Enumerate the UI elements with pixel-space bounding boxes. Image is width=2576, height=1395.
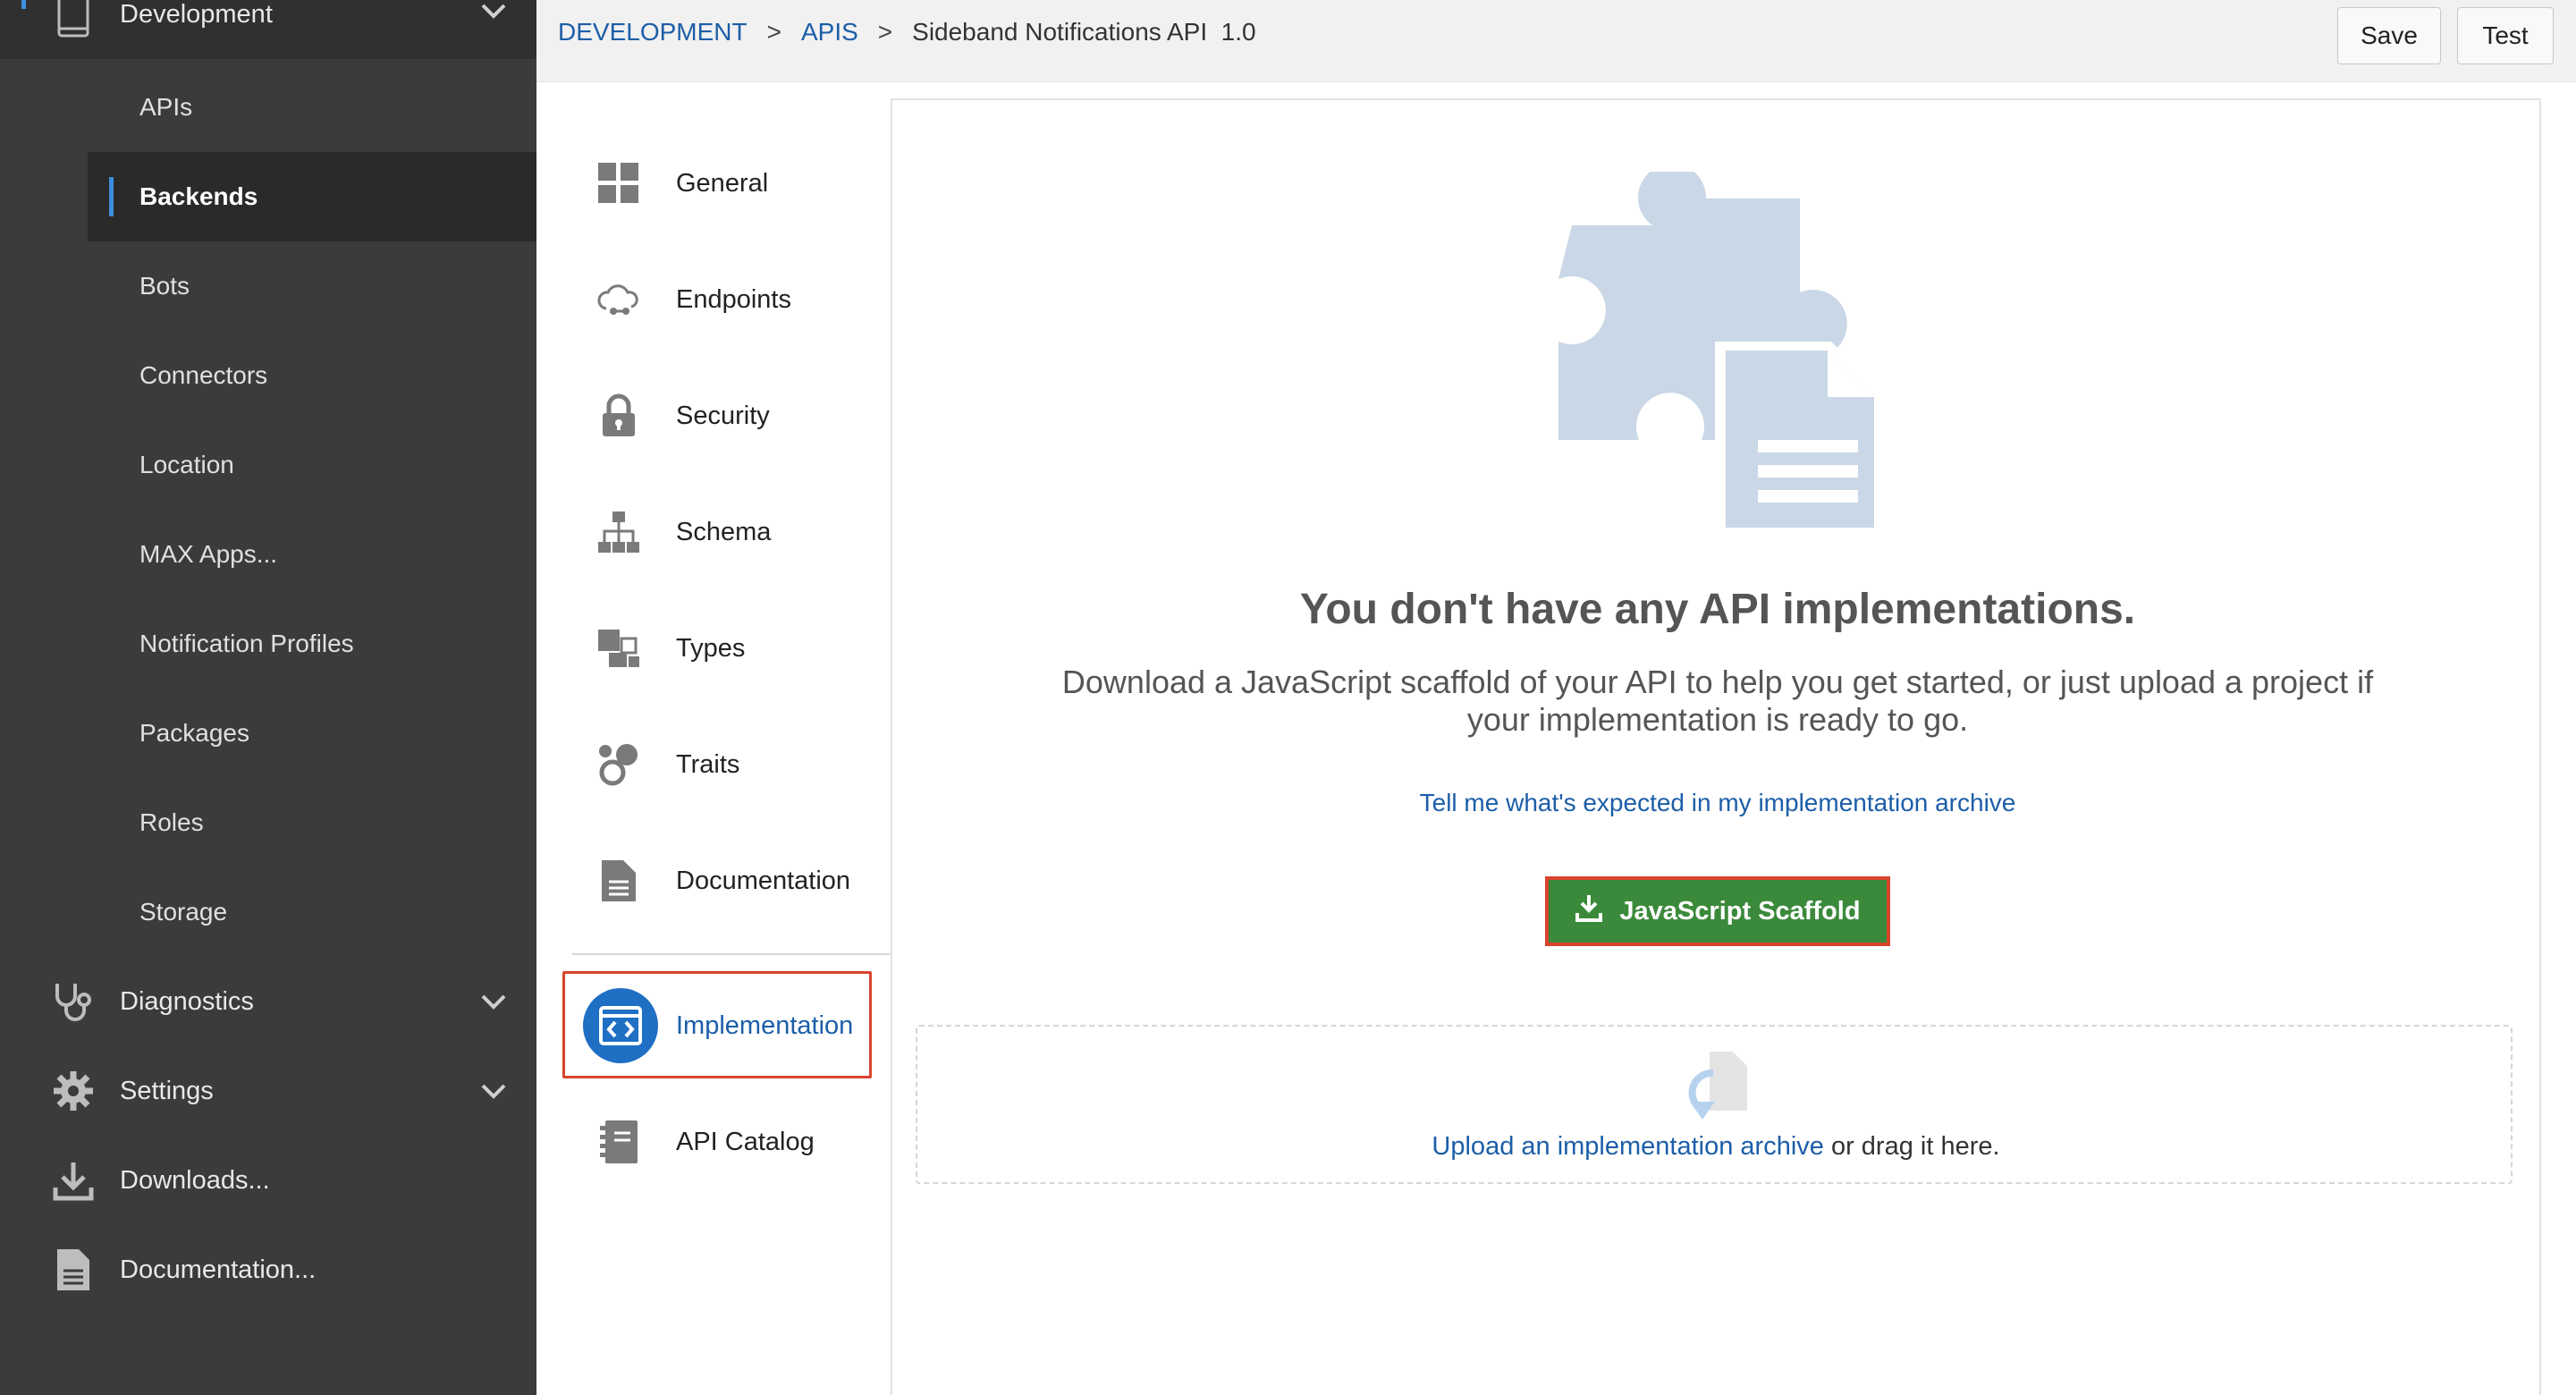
empty-state-description: Download a JavaScript scaffold of your A… xyxy=(1061,664,2374,738)
sidebar: Development APIs Backends Bots Connector… xyxy=(0,0,536,1395)
lock-icon xyxy=(594,391,644,441)
scaffold-button-label: JavaScript Scaffold xyxy=(1619,896,1861,926)
save-button[interactable]: Save xyxy=(2337,7,2441,64)
sidebar-section-label: Settings xyxy=(120,1076,214,1105)
nav-types[interactable]: Types xyxy=(572,599,891,698)
sidebar-item-max-apps[interactable]: MAX Apps... xyxy=(0,510,536,599)
sidebar-item-label: Packages xyxy=(139,719,249,747)
nav-label: Types xyxy=(676,633,746,663)
sidebar-item-roles[interactable]: Roles xyxy=(0,778,536,867)
puzzle-document-icon xyxy=(1536,164,1894,547)
breadcrumb-apis[interactable]: APIS xyxy=(801,18,858,46)
gear-icon xyxy=(48,1070,98,1112)
upload-suffix: or drag it here. xyxy=(1823,1132,2000,1161)
sidebar-section-label: Documentation... xyxy=(120,1255,317,1284)
archive-help-link[interactable]: Tell me what's expected in my implementa… xyxy=(892,789,2543,817)
nav-documentation[interactable]: Documentation xyxy=(572,832,891,930)
nav-label: Endpoints xyxy=(676,284,791,314)
code-icon xyxy=(583,988,658,1063)
breadcrumb-separator: > xyxy=(877,18,893,46)
chevron-down-icon[interactable] xyxy=(477,0,510,27)
sidebar-item-apis[interactable]: APIs xyxy=(0,63,536,152)
sidebar-item-label: Storage xyxy=(139,898,228,926)
nav-implementation[interactable]: Implementation xyxy=(572,976,891,1075)
test-button[interactable]: Test xyxy=(2457,7,2554,64)
sidebar-section-label: Downloads... xyxy=(120,1165,270,1195)
document-icon xyxy=(594,856,644,906)
sidebar-section-diagnostics[interactable]: Diagnostics xyxy=(0,957,536,1046)
nav-schema[interactable]: Schema xyxy=(572,483,891,581)
sidebar-item-notification-profiles[interactable]: Notification Profiles xyxy=(0,599,536,689)
breadcrumb-development[interactable]: DEVELOPMENT xyxy=(558,18,747,46)
chevron-down-icon[interactable] xyxy=(477,985,510,1018)
nav-general[interactable]: General xyxy=(572,134,891,232)
sidebar-section-development[interactable]: Development xyxy=(0,0,536,59)
sidebar-item-label: Bots xyxy=(139,272,190,300)
active-section-marker xyxy=(21,0,26,9)
javascript-scaffold-button[interactable]: JavaScript Scaffold xyxy=(1545,876,1890,946)
empty-state-heading: You don't have any API implementations. xyxy=(1299,586,2136,633)
download-icon xyxy=(48,1159,98,1202)
nav-label: General xyxy=(676,168,769,198)
document-icon xyxy=(48,1248,98,1291)
sidebar-section-settings[interactable]: Settings xyxy=(0,1046,536,1136)
nav-divider xyxy=(572,953,891,955)
sidebar-item-connectors[interactable]: Connectors xyxy=(0,331,536,420)
sidebar-section-label: Diagnostics xyxy=(120,986,254,1016)
nav-label: Documentation xyxy=(676,866,851,895)
blocks-icon xyxy=(594,623,644,673)
upload-dropzone[interactable]: Upload an implementation archive or drag… xyxy=(916,1025,2513,1184)
sidebar-item-label: MAX Apps... xyxy=(139,540,278,568)
sidebar-item-label: Connectors xyxy=(139,361,268,389)
sidebar-item-label: Location xyxy=(139,451,234,478)
sidebar-item-storage[interactable]: Storage xyxy=(0,867,536,957)
nav-label: Traits xyxy=(676,749,740,779)
nav-api-catalog[interactable]: API Catalog xyxy=(572,1093,891,1191)
circles-icon xyxy=(594,740,644,790)
breadcrumb-current: Sideband Notifications API 1.0 xyxy=(912,18,1256,46)
sidebar-section-documentation[interactable]: Documentation... xyxy=(0,1225,536,1315)
upload-archive-link[interactable]: Upload an implementation archive xyxy=(1432,1132,1823,1161)
chevron-down-icon[interactable] xyxy=(477,1075,510,1107)
sidebar-section-downloads[interactable]: Downloads... xyxy=(0,1136,536,1225)
grid-icon xyxy=(594,158,644,208)
top-bar: DEVELOPMENT > APIS > Sideband Notificati… xyxy=(536,0,2576,82)
download-icon xyxy=(1575,893,1603,929)
nav-security[interactable]: Security xyxy=(572,367,891,465)
nav-label: API Catalog xyxy=(676,1127,815,1156)
upload-file-icon xyxy=(1683,1050,1751,1125)
sidebar-item-label: APIs xyxy=(139,93,193,121)
sidebar-section-label: Development xyxy=(120,0,273,29)
nav-label: Security xyxy=(676,401,770,430)
nav-traits[interactable]: Traits xyxy=(572,715,891,814)
upload-instructions: Upload an implementation archive or drag… xyxy=(917,1132,2514,1162)
sidebar-item-bots[interactable]: Bots xyxy=(0,241,536,331)
nav-label: Schema xyxy=(676,517,772,546)
sidebar-item-packages[interactable]: Packages xyxy=(0,689,536,778)
catalog-icon xyxy=(594,1117,644,1167)
breadcrumb-separator: > xyxy=(766,18,781,46)
sidebar-item-label: Notification Profiles xyxy=(139,630,354,657)
nav-label: Implementation xyxy=(676,1010,854,1040)
nav-endpoints[interactable]: Endpoints xyxy=(572,250,891,349)
sidebar-item-label: Backends xyxy=(139,182,258,210)
mobile-device-icon xyxy=(48,0,98,38)
sidebar-item-backends[interactable]: Backends xyxy=(88,152,536,241)
hierarchy-icon xyxy=(594,507,644,557)
implementation-panel: You don't have any API implementations. … xyxy=(891,98,2541,1395)
sidebar-item-location[interactable]: Location xyxy=(0,420,536,510)
cloud-link-icon xyxy=(594,275,644,325)
stethoscope-icon xyxy=(48,980,98,1023)
sidebar-item-label: Roles xyxy=(139,808,204,836)
breadcrumb: DEVELOPMENT > APIS > Sideband Notificati… xyxy=(558,18,1256,46)
